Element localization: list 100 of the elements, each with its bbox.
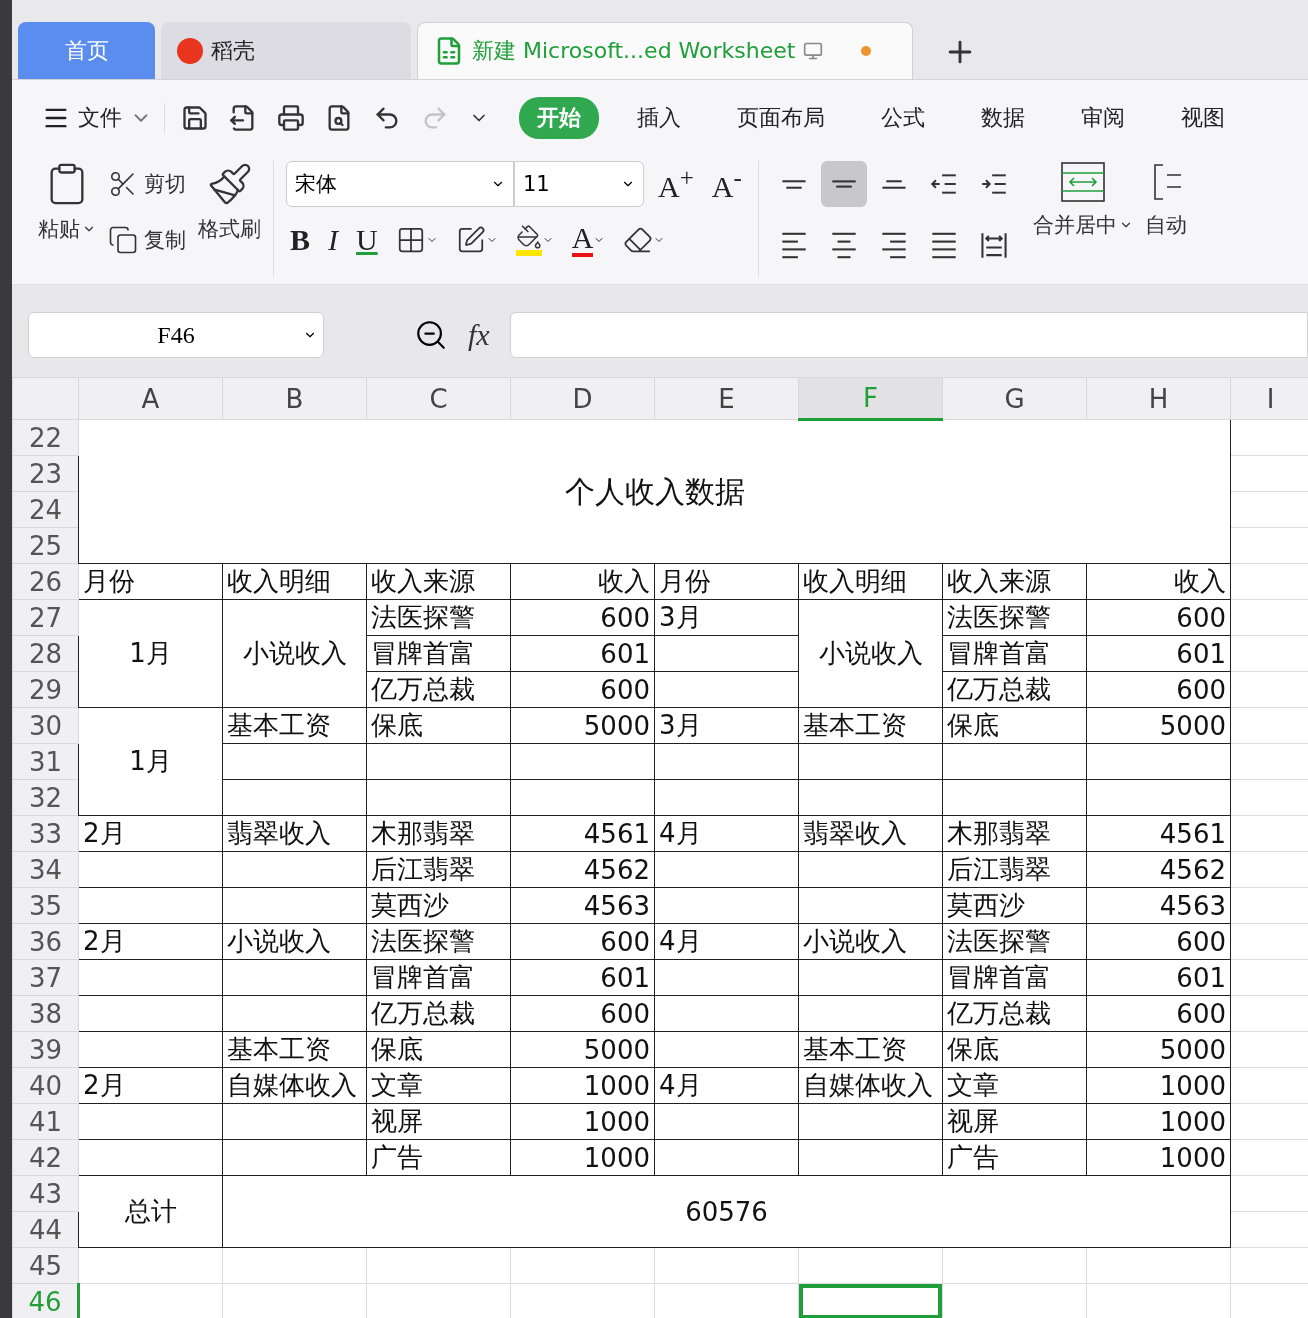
row-header[interactable]: 41: [12, 1103, 79, 1140]
align-right-icon: [880, 231, 907, 259]
grow-font-button[interactable]: A$^{+}$: [654, 161, 698, 207]
row-header[interactable]: 40: [12, 1067, 79, 1104]
ribbon-tab[interactable]: 公式: [863, 96, 943, 139]
function-label[interactable]: fx: [468, 318, 490, 352]
font-name-dropdown[interactable]: 宋体: [286, 161, 514, 207]
ribbon-tab[interactable]: 数据: [963, 96, 1043, 139]
print-icon: [277, 103, 305, 132]
row-header[interactable]: 24: [12, 491, 79, 528]
row-header[interactable]: 36: [12, 923, 79, 960]
row-header[interactable]: 31: [12, 743, 79, 780]
row-header[interactable]: 35: [12, 887, 79, 924]
table-cell: 3月: [654, 707, 799, 744]
table-cell: 保底: [942, 707, 1087, 744]
tab-label: 稻壳: [211, 36, 255, 65]
column-header[interactable]: E: [654, 377, 799, 420]
table-cell: 4月: [654, 923, 799, 960]
table-cell: 小说收入: [798, 923, 943, 960]
table-cell: 文章: [942, 1067, 1087, 1104]
table-cell: 600: [510, 671, 655, 708]
ribbon-tab[interactable]: 页面布局: [719, 96, 843, 139]
format-painter-button[interactable]: 格式刷: [198, 161, 261, 277]
copy-button[interactable]: 复制: [108, 217, 186, 263]
table-cell: 冒牌首富: [942, 959, 1087, 996]
table-cell: 保底: [942, 1031, 1087, 1068]
table-cell: 文章: [366, 1067, 511, 1104]
row-header[interactable]: 34: [12, 851, 79, 888]
underline-button[interactable]: U: [352, 217, 382, 263]
ribbon-tab[interactable]: 插入: [619, 96, 699, 139]
tab-label: 新建 Microsoft...ed Worksheet: [472, 37, 796, 65]
table-cell: 基本工资: [222, 707, 367, 744]
align-outdent-icon: [930, 174, 957, 194]
italic-button[interactable]: I: [324, 217, 342, 263]
table-cell: 2月: [78, 1067, 223, 1104]
table-cell: 小说收入: [222, 923, 367, 960]
column-header[interactable]: B: [222, 377, 367, 420]
cut-button[interactable]: 剪切: [108, 161, 186, 207]
table-cell: 法医探警: [366, 923, 511, 960]
table-cell: 保底: [366, 707, 511, 744]
row-header[interactable]: 30: [12, 707, 79, 744]
row-header[interactable]: 39: [12, 1031, 79, 1068]
row-header[interactable]: 26: [12, 563, 79, 600]
table-cell: 木那翡翠: [942, 815, 1087, 852]
shrink-font-button[interactable]: A$^{-}$: [707, 161, 746, 207]
table-cell: 视屏: [366, 1103, 511, 1140]
row-header[interactable]: 32: [12, 779, 79, 816]
table-cell: 600: [510, 923, 655, 960]
table-cell: 600: [1086, 599, 1231, 636]
column-header[interactable]: A: [78, 377, 223, 420]
copy-icon: [108, 225, 138, 255]
table-cell: 自媒体收入: [798, 1067, 943, 1104]
paint-bucket-icon: [515, 224, 542, 256]
column-header[interactable]: H: [1086, 377, 1231, 420]
font-color-button[interactable]: A: [567, 217, 610, 263]
wrap-text-button[interactable]: 自动: [1144, 161, 1187, 277]
table-cell: 冒牌首富: [942, 635, 1087, 672]
font-size-dropdown[interactable]: 11: [514, 161, 644, 207]
table-cell: 5000: [1086, 1031, 1231, 1068]
table-cell: 保底: [366, 1031, 511, 1068]
row-header[interactable]: 42: [12, 1139, 79, 1176]
row-header[interactable]: 44: [12, 1211, 79, 1248]
save-icon: [181, 103, 209, 132]
merge-center-button[interactable]: 合并居中: [1032, 161, 1133, 277]
align-top-icon: [780, 179, 807, 189]
column-header[interactable]: I: [1230, 377, 1308, 420]
column-header[interactable]: C: [366, 377, 511, 420]
align-button[interactable]: [820, 161, 867, 207]
bold-button[interactable]: B: [286, 217, 314, 263]
name-box[interactable]: F46: [28, 312, 324, 358]
zoom-out-icon[interactable]: [414, 318, 448, 352]
row-header[interactable]: 38: [12, 995, 79, 1032]
file-menu[interactable]: 文件: [42, 102, 165, 133]
row-header[interactable]: 29: [12, 671, 79, 708]
formula-input[interactable]: [509, 312, 1308, 358]
row-header[interactable]: 37: [12, 959, 79, 996]
export-icon: [229, 103, 257, 132]
table-cell: 4561: [1086, 815, 1231, 852]
column-header[interactable]: D: [510, 377, 655, 420]
table-cell: 600: [510, 599, 655, 636]
logo-icon: [177, 37, 203, 64]
row-header[interactable]: 22: [12, 419, 79, 456]
table-cell: 601: [1086, 635, 1231, 672]
document-tab[interactable]: 稻壳: [161, 22, 411, 79]
table-cell: 601: [1086, 959, 1231, 996]
table-cell: 亿万总裁: [942, 995, 1087, 1032]
ribbon-tab[interactable]: 视图: [1163, 96, 1243, 139]
table-cell: 1000: [1086, 1103, 1231, 1140]
row-header[interactable]: 28: [12, 635, 79, 672]
column-header[interactable]: G: [942, 377, 1087, 420]
row-header[interactable]: 43: [12, 1175, 79, 1212]
row-header[interactable]: 25: [12, 527, 79, 564]
row-header[interactable]: 33: [12, 815, 79, 852]
row-header[interactable]: 23: [12, 455, 79, 492]
paste-button[interactable]: 粘贴: [38, 161, 96, 277]
row-header[interactable]: 45: [12, 1247, 79, 1284]
ribbon-tab[interactable]: 审阅: [1063, 96, 1143, 139]
table-cell: 5000: [510, 707, 655, 744]
row-header[interactable]: 27: [12, 599, 79, 636]
table-cell: 亿万总裁: [366, 671, 511, 708]
